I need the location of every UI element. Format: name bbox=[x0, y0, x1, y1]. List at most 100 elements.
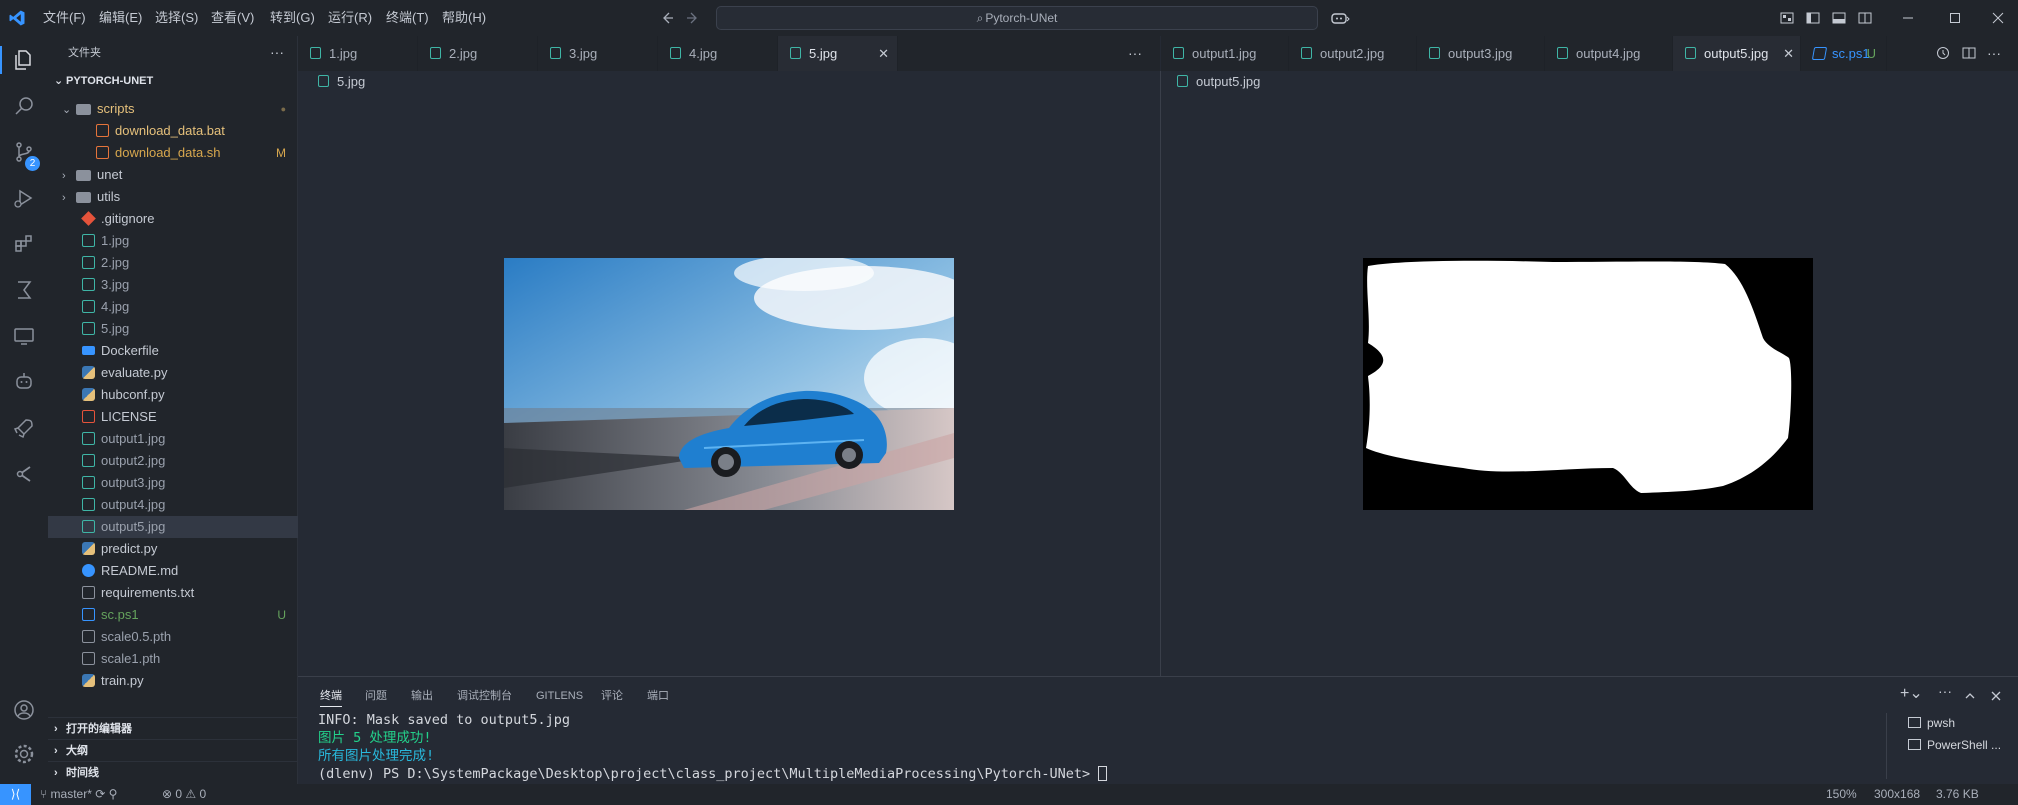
toggle-secondary-sidebar-icon[interactable] bbox=[1857, 10, 1873, 26]
back-arrow-icon[interactable] bbox=[659, 10, 675, 26]
menu-item[interactable]: 帮助(H) bbox=[442, 0, 486, 36]
tree-item[interactable]: 4.jpg bbox=[48, 296, 298, 318]
editor-tab[interactable]: sc.ps1 U bbox=[1801, 36, 1887, 71]
search-view-icon[interactable] bbox=[12, 94, 36, 118]
project-header[interactable]: ⌄ PYTORCH-UNET bbox=[48, 70, 298, 92]
split-editor-icon[interactable] bbox=[1961, 45, 1977, 61]
tree-item[interactable]: scale0.5.pth bbox=[48, 626, 298, 648]
tree-item[interactable]: 3.jpg bbox=[48, 274, 298, 296]
editor-tab[interactable]: 2.jpg bbox=[418, 36, 538, 71]
menu-item[interactable]: 选择(S) bbox=[155, 0, 198, 36]
tree-item[interactable]: README.md bbox=[48, 560, 298, 582]
left-breadcrumb[interactable]: 5.jpg bbox=[318, 71, 365, 93]
new-terminal-icon[interactable]: +⌄ bbox=[1900, 683, 1923, 703]
tree-item[interactable]: hubconf.py bbox=[48, 384, 298, 406]
close-tab-icon[interactable]: ✕ bbox=[1783, 36, 1794, 71]
close-window-icon[interactable] bbox=[1990, 10, 2006, 26]
panel-more-icon[interactable]: ··· bbox=[1938, 683, 1952, 699]
menu-item[interactable]: 查看(V) bbox=[211, 0, 254, 36]
tree-item[interactable]: output1.jpg bbox=[48, 428, 298, 450]
maximize-icon[interactable] bbox=[1947, 10, 1963, 26]
tree-item[interactable]: 1.jpg bbox=[48, 230, 298, 252]
close-tab-icon[interactable]: ✕ bbox=[878, 36, 889, 71]
panel-tab[interactable]: 输出 bbox=[411, 685, 433, 707]
copilot-chat-icon[interactable] bbox=[12, 370, 36, 394]
copilot-icon[interactable] bbox=[1330, 10, 1350, 26]
panel-tab[interactable]: 问题 bbox=[365, 685, 387, 707]
sidebar-section[interactable]: › 大纲 bbox=[48, 739, 298, 761]
tree-item[interactable]: output4.jpg bbox=[48, 494, 298, 516]
maximize-panel-icon[interactable] bbox=[1962, 688, 1978, 704]
panel-tab[interactable]: GITLENS bbox=[536, 685, 583, 707]
editor-tab[interactable]: output1.jpg bbox=[1161, 36, 1289, 71]
right-breadcrumb[interactable]: output5.jpg bbox=[1177, 71, 1260, 93]
forward-arrow-icon[interactable] bbox=[685, 10, 701, 26]
panel-tab[interactable]: 端口 bbox=[647, 685, 669, 707]
problems-status[interactable]: ⊗ 0 ⚠ 0 bbox=[162, 784, 206, 805]
editor-more-icon[interactable]: ··· bbox=[1987, 36, 2001, 71]
terminal-instance[interactable]: PowerShell ... bbox=[1908, 735, 2001, 755]
editor-tab[interactable]: output2.jpg bbox=[1289, 36, 1417, 71]
minimize-icon[interactable] bbox=[1900, 10, 1916, 26]
accounts-icon[interactable] bbox=[12, 698, 36, 722]
menu-item[interactable]: 编辑(E) bbox=[99, 0, 142, 36]
menu-item[interactable]: 终端(T) bbox=[386, 0, 429, 36]
menu-item[interactable]: 转到(G) bbox=[270, 0, 315, 36]
tree-item[interactable]: requirements.txt bbox=[48, 582, 298, 604]
testing-icon[interactable] bbox=[12, 278, 36, 302]
tree-item[interactable]: output2.jpg bbox=[48, 450, 298, 472]
tree-item[interactable]: evaluate.py bbox=[48, 362, 298, 384]
terminal-prompt[interactable]: (dlenv) PS D:\SystemPackage\Desktop\proj… bbox=[318, 765, 1108, 783]
editor-tab[interactable]: 1.jpg bbox=[298, 36, 418, 71]
menu-item[interactable]: 文件(F) bbox=[43, 0, 86, 36]
tree-item[interactable]: download_data.sh M bbox=[48, 142, 298, 164]
gitlens-icon[interactable] bbox=[12, 462, 36, 486]
open-changes-icon[interactable] bbox=[1935, 45, 1951, 61]
image-file-icon bbox=[82, 321, 101, 336]
editor-tab[interactable]: 5.jpg ✕ bbox=[778, 36, 898, 71]
explorer-icon[interactable] bbox=[12, 48, 36, 72]
manage-gear-icon[interactable] bbox=[12, 742, 36, 766]
branch-status[interactable]: ⑂ master* ⟳ ⚲ bbox=[40, 784, 117, 805]
tree-item[interactable]: › utils bbox=[48, 186, 298, 208]
panel-tab[interactable]: 评论 bbox=[601, 685, 623, 707]
tree-item[interactable]: LICENSE bbox=[48, 406, 298, 428]
deploy-rocket-icon[interactable] bbox=[12, 416, 36, 440]
editor-tab[interactable]: 4.jpg bbox=[658, 36, 778, 71]
more-actions-icon[interactable]: ··· bbox=[270, 44, 284, 60]
tree-item[interactable]: output5.jpg bbox=[48, 516, 298, 538]
menu-item[interactable]: 运行(R) bbox=[328, 0, 372, 36]
sidebar-section[interactable]: › 打开的编辑器 bbox=[48, 717, 298, 739]
command-center-search[interactable]: ⌕ Pytorch-UNet bbox=[716, 6, 1318, 30]
tree-item[interactable]: download_data.bat bbox=[48, 120, 298, 142]
tree-item[interactable]: Dockerfile bbox=[48, 340, 298, 362]
tree-item[interactable]: .gitignore bbox=[48, 208, 298, 230]
customize-layout-icon[interactable] bbox=[1779, 10, 1795, 26]
toggle-panel-icon[interactable] bbox=[1831, 10, 1847, 26]
tree-item[interactable]: 5.jpg bbox=[48, 318, 298, 340]
terminal-instance[interactable]: pwsh bbox=[1908, 713, 1955, 733]
tree-item[interactable]: output3.jpg bbox=[48, 472, 298, 494]
extensions-icon[interactable] bbox=[12, 232, 36, 256]
editor-more-icon[interactable]: ··· bbox=[1128, 36, 1142, 71]
tree-item[interactable]: sc.ps1 U bbox=[48, 604, 298, 626]
remote-explorer-icon[interactable] bbox=[12, 324, 36, 348]
editor-tab[interactable]: 3.jpg bbox=[538, 36, 658, 71]
editor-tab[interactable]: output3.jpg bbox=[1417, 36, 1545, 71]
panel-tab[interactable]: 终端 bbox=[320, 685, 342, 707]
close-panel-icon[interactable] bbox=[1988, 688, 2004, 704]
tree-item[interactable]: train.py bbox=[48, 670, 298, 692]
tree-item-data[interactable]: data bbox=[104, 92, 129, 93]
tree-item[interactable]: ⌄ scripts ● bbox=[48, 98, 298, 120]
tree-item[interactable]: › unet bbox=[48, 164, 298, 186]
toggle-sidebar-icon[interactable] bbox=[1805, 10, 1821, 26]
run-debug-icon[interactable] bbox=[12, 186, 36, 210]
editor-tab[interactable]: output5.jpg ✕ bbox=[1673, 36, 1801, 71]
tree-item[interactable]: 2.jpg bbox=[48, 252, 298, 274]
editor-tab[interactable]: output4.jpg bbox=[1545, 36, 1673, 71]
remote-indicator-icon[interactable]: ⟩⟨ bbox=[0, 784, 31, 805]
tree-item[interactable]: predict.py bbox=[48, 538, 298, 560]
sidebar-section[interactable]: › 时间线 bbox=[48, 761, 298, 783]
panel-tab[interactable]: 调试控制台 bbox=[457, 685, 512, 707]
tree-item[interactable]: scale1.pth bbox=[48, 648, 298, 670]
